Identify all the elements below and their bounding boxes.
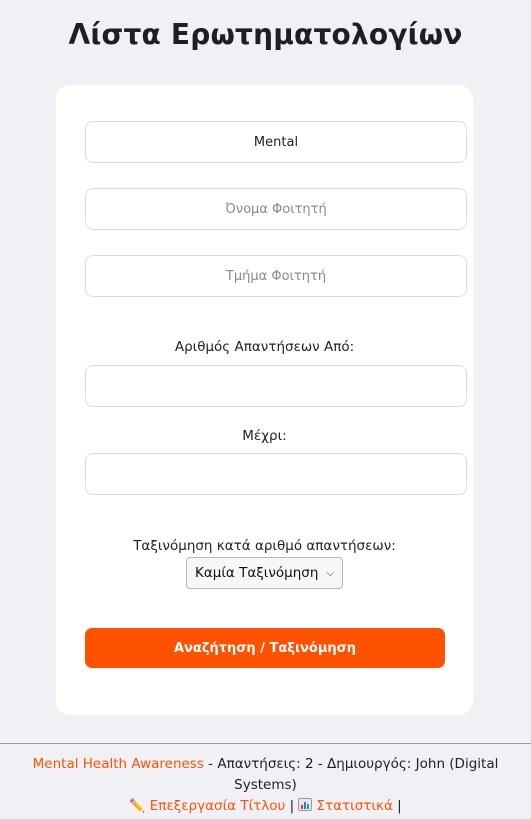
separator: | <box>392 798 402 814</box>
bar-chart-icon <box>298 798 313 811</box>
student-name-input[interactable] <box>85 188 467 230</box>
page-title: Λίστα Ερωτηματολογίων <box>68 18 463 51</box>
answers-to-input[interactable] <box>85 453 467 495</box>
edit-title-label: Επεξεργασία Τίτλου <box>149 798 286 814</box>
sort-select-value: Καμία Ταξινόμηση <box>195 565 319 581</box>
statistics-label: Στατιστικά <box>316 798 393 814</box>
questionnaire-title-input[interactable] <box>85 121 467 163</box>
answers-from-input[interactable] <box>85 365 467 407</box>
chevron-down-icon: ⌵ <box>326 567 334 579</box>
student-department-input[interactable] <box>85 255 467 297</box>
answers-from-label: Αριθμός Απαντήσεων Από: <box>174 339 355 355</box>
results-divider <box>0 743 531 744</box>
result-item: Mental Health Awareness - Απαντήσεις: 2 … <box>20 754 511 817</box>
answers-to-label: Μέχρι: <box>242 428 287 444</box>
search-sort-button[interactable]: Αναζήτηση / Ταξινόμηση <box>85 628 445 668</box>
result-meta: - Απαντήσεις: 2 - Δημιουργός: John (Digi… <box>203 756 499 793</box>
sort-label: Ταξινόμηση κατά αριθμό απαντήσεων: <box>133 538 396 554</box>
separator: | <box>285 798 299 814</box>
questionnaire-title-link[interactable]: Mental Health Awareness <box>33 756 204 772</box>
filter-card: Αριθμός Απαντήσεων Από: Μέχρι: Ταξινόμησ… <box>56 85 473 715</box>
pencil-icon: ✏️ <box>129 799 146 814</box>
statistics-link[interactable]: Στατιστικά <box>298 798 393 814</box>
sort-select[interactable]: Καμία Ταξινόμηση ⌵ <box>186 557 343 589</box>
edit-title-link[interactable]: ✏️ Επεξεργασία Τίτλου <box>129 798 285 814</box>
